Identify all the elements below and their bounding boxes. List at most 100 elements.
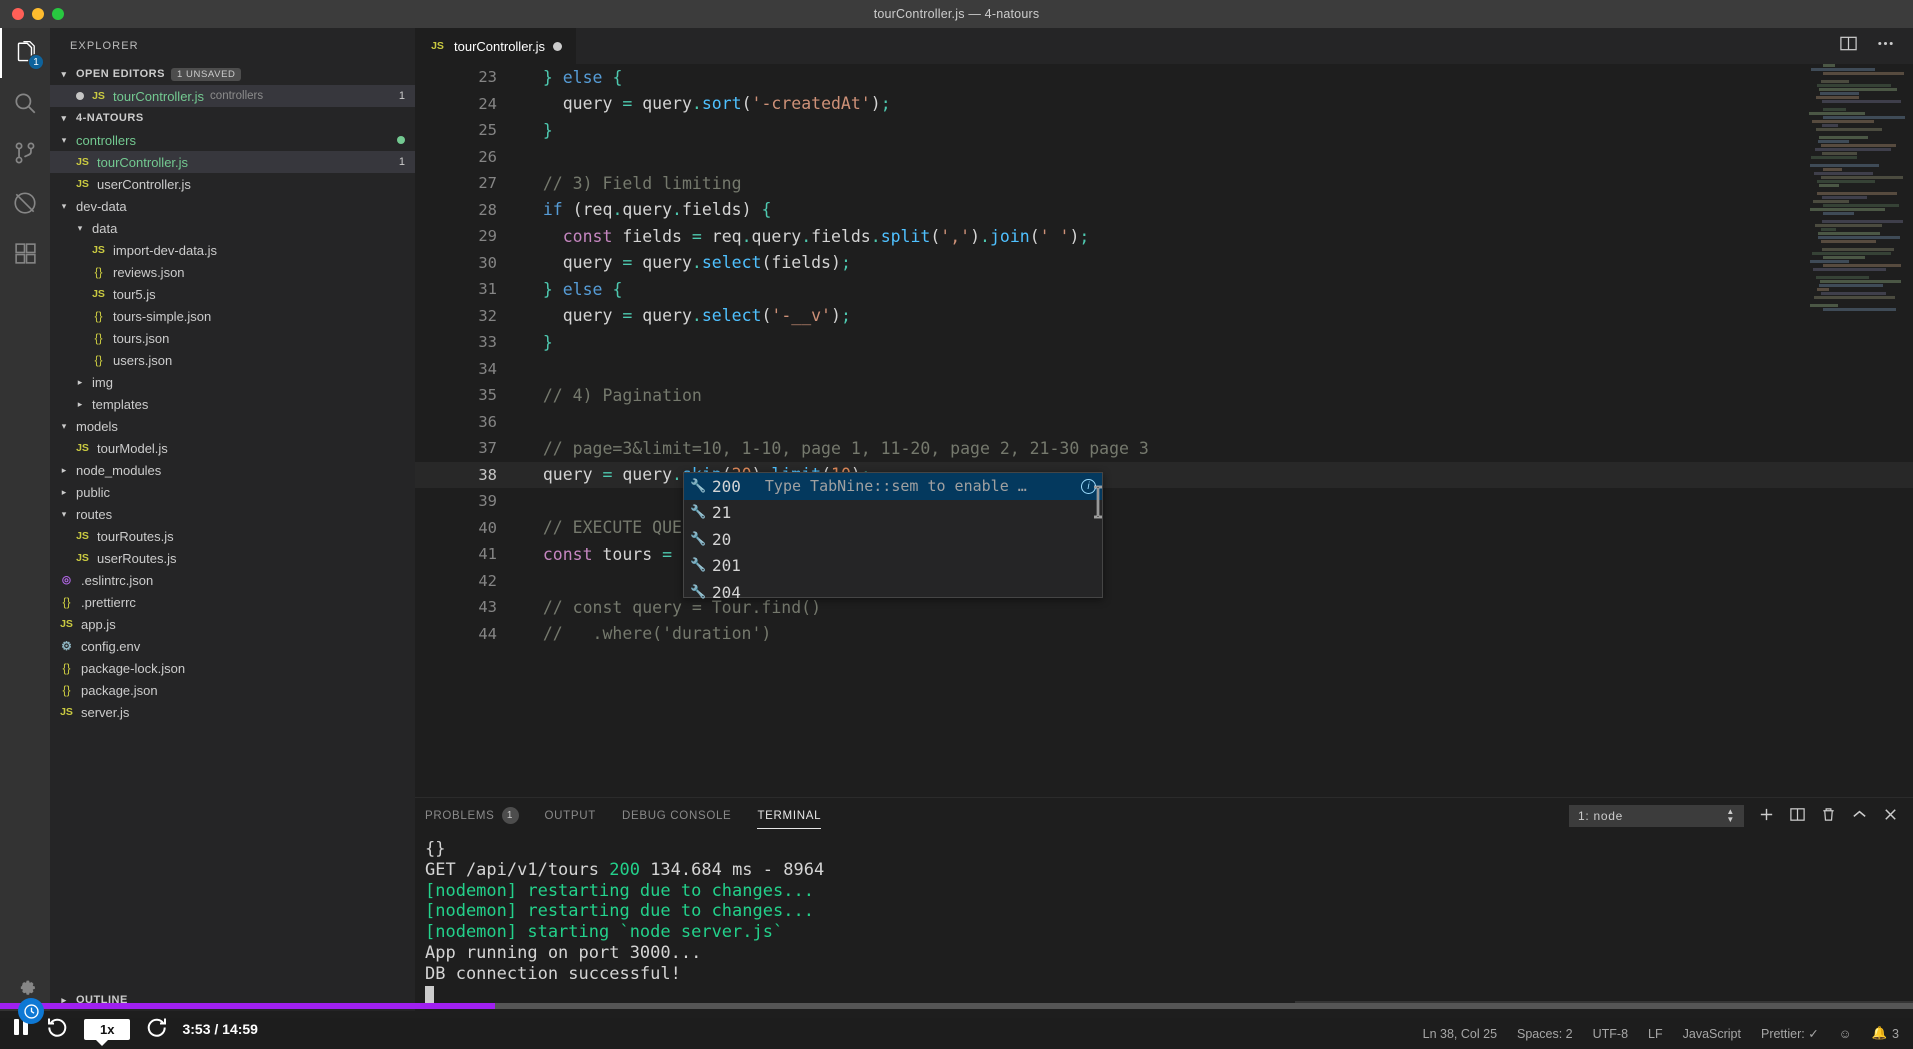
tree-item-userroutes-js[interactable]: JSuserRoutes.js	[50, 547, 415, 569]
tree-item-tourmodel-js[interactable]: JStourModel.js	[50, 437, 415, 459]
tab-tourController-js[interactable]: JS tourController.js	[415, 28, 577, 64]
tree-item-data[interactable]: ▾data	[50, 217, 415, 239]
open-editor-item[interactable]: JS tourController.js controllers 1	[50, 85, 415, 107]
tree-item-package-lock-json[interactable]: {}package-lock.json	[50, 657, 415, 679]
tree-item-routes[interactable]: ▾routes	[50, 503, 415, 525]
js-icon: JS	[74, 442, 91, 454]
panel-tab-problems[interactable]: PROBLEMS1	[425, 798, 519, 833]
code-line-26[interactable]: 26	[415, 144, 1913, 171]
code-line-38[interactable]: 38 query = query.skip(20).limit(10);	[415, 462, 1913, 489]
tree-item-controllers[interactable]: ▾controllers	[50, 129, 415, 151]
tab-dirty-indicator[interactable]	[553, 42, 562, 51]
tree-item-server-js[interactable]: JSserver.js	[50, 701, 415, 723]
js-icon: JS	[90, 244, 107, 256]
code-line-40[interactable]: 40 // EXECUTE QUERY	[415, 515, 1913, 542]
suggest-item-21[interactable]: 🔧21	[684, 500, 1102, 527]
tree-item-usercontroller-js[interactable]: JSuserController.js	[50, 173, 415, 195]
panel-tab-terminal[interactable]: TERMINAL	[757, 798, 821, 833]
code-line-35[interactable]: 35 // 4) Pagination	[415, 382, 1913, 409]
minimap-line	[1822, 124, 1838, 127]
split-icon[interactable]	[1789, 806, 1806, 826]
section-open-editors[interactable]: ▾ OPEN EDITORS 1 UNSAVED	[50, 63, 415, 85]
suggest-item-201[interactable]: 🔧201	[684, 553, 1102, 580]
rewind-icon[interactable]	[46, 1015, 70, 1044]
code-line-41[interactable]: 41 const tours = await query	[415, 541, 1913, 568]
status-eol[interactable]: LF	[1648, 1027, 1663, 1041]
code-line-42[interactable]: 42	[415, 568, 1913, 595]
status-indentation[interactable]: Spaces: 2	[1517, 1027, 1573, 1041]
activity-search[interactable]	[0, 78, 50, 128]
tree-item--eslintrc-json[interactable]: ◎.eslintrc.json	[50, 569, 415, 591]
code-line-37[interactable]: 37 // page=3&limit=10, 1-10, page 1, 11-…	[415, 435, 1913, 462]
activity-explorer[interactable]: 1	[0, 28, 50, 78]
wrench-icon: 🔧	[690, 532, 706, 547]
code-line-33[interactable]: 33 }	[415, 329, 1913, 356]
minimap-line	[1823, 160, 1903, 163]
code-line-39[interactable]: 39	[415, 488, 1913, 515]
code-line-28[interactable]: 28 if (req.query.fields) {	[415, 197, 1913, 224]
forward-icon[interactable]	[144, 1015, 168, 1044]
tree-item-tours-json[interactable]: {}tours.json	[50, 327, 415, 349]
code-line-24[interactable]: 24 query = query.sort('-createdAt');	[415, 91, 1913, 118]
tree-item-reviews-json[interactable]: {}reviews.json	[50, 261, 415, 283]
code-line-25[interactable]: 25 }	[415, 117, 1913, 144]
minimap[interactable]	[1809, 64, 1899, 364]
code-line-32[interactable]: 32 query = query.select('-__v');	[415, 303, 1913, 330]
line-number: 31	[415, 280, 523, 298]
code-line-27[interactable]: 27 // 3) Field limiting	[415, 170, 1913, 197]
status-encoding[interactable]: UTF-8	[1593, 1027, 1628, 1041]
suggest-widget[interactable]: 🔧200Type TabNine::sem to enable …i🔧21🔧20…	[683, 472, 1103, 598]
code-editor[interactable]: 23 } else {24 query = query.sort('-creat…	[415, 64, 1913, 797]
trash-icon[interactable]	[1820, 806, 1837, 826]
code-line-36[interactable]: 36	[415, 409, 1913, 436]
section-project[interactable]: ▾ 4-NATOURS	[50, 107, 415, 129]
tree-item-tourroutes-js[interactable]: JStourRoutes.js	[50, 525, 415, 547]
tree-item-dev-data[interactable]: ▾dev-data	[50, 195, 415, 217]
chevron-up-icon[interactable]	[1851, 806, 1868, 826]
ellipsis-icon[interactable]	[1876, 34, 1895, 58]
panel-tab-debug-console[interactable]: DEBUG CONSOLE	[622, 798, 731, 833]
code-line-43[interactable]: 43 // const query = Tour.find()	[415, 594, 1913, 621]
suggest-item-20[interactable]: 🔧20	[684, 526, 1102, 553]
code-line-30[interactable]: 30 query = query.select(fields);	[415, 250, 1913, 277]
close-icon[interactable]	[1882, 806, 1899, 826]
activity-extensions[interactable]	[0, 228, 50, 278]
activity-source-control[interactable]	[0, 128, 50, 178]
code-line-23[interactable]: 23 } else {	[415, 64, 1913, 91]
tree-item-tourcontroller-js[interactable]: JStourController.js1	[50, 151, 415, 173]
tree-item-package-json[interactable]: {}package.json	[50, 679, 415, 701]
tab-label: tourController.js	[454, 39, 545, 54]
status-language-mode[interactable]: JavaScript	[1683, 1027, 1741, 1041]
code-line-44[interactable]: 44 // .where('duration')	[415, 621, 1913, 648]
tree-item-public[interactable]: ▸public	[50, 481, 415, 503]
split-editor-icon[interactable]	[1839, 34, 1858, 58]
tree-item-img[interactable]: ▸img	[50, 371, 415, 393]
terminal-output[interactable]: {}GET /api/v1/tours 200 134.684 ms - 896…	[415, 833, 1913, 1011]
status-prettier[interactable]: Prettier: ✓	[1761, 1026, 1819, 1041]
code-line-34[interactable]: 34	[415, 356, 1913, 383]
status-smiley[interactable]: ☺	[1839, 1027, 1852, 1041]
activity-debug[interactable]	[0, 178, 50, 228]
tree-item-import-dev-data-js[interactable]: JSimport-dev-data.js	[50, 239, 415, 261]
tree-item-app-js[interactable]: JSapp.js	[50, 613, 415, 635]
suggest-item-204[interactable]: 🔧204	[684, 579, 1102, 606]
panel-tab-output[interactable]: OUTPUT	[545, 798, 596, 833]
tree-item-models[interactable]: ▾models	[50, 415, 415, 437]
tree-item-config-env[interactable]: ⚙config.env	[50, 635, 415, 657]
open-editor-badge: 1	[399, 90, 405, 102]
suggest-item-200[interactable]: 🔧200Type TabNine::sem to enable …i	[684, 473, 1102, 500]
playback-speed-button[interactable]: 1x	[84, 1019, 130, 1040]
tree-item-tours-simple-json[interactable]: {}tours-simple.json	[50, 305, 415, 327]
status-cursor-position[interactable]: Ln 38, Col 25	[1423, 1027, 1497, 1041]
tree-item-tour5-js[interactable]: JStour5.js	[50, 283, 415, 305]
tree-item-node-modules[interactable]: ▸node_modules	[50, 459, 415, 481]
minimap-line	[1814, 76, 1866, 79]
code-line-31[interactable]: 31 } else {	[415, 276, 1913, 303]
code-line-29[interactable]: 29 const fields = req.query.fields.split…	[415, 223, 1913, 250]
tree-item--prettierrc[interactable]: {}.prettierrc	[50, 591, 415, 613]
plus-icon[interactable]	[1758, 806, 1775, 826]
status-notifications[interactable]: 🔔3	[1871, 1026, 1899, 1041]
terminal-selector[interactable]: 1: node ▲▼	[1569, 805, 1744, 827]
tree-item-templates[interactable]: ▸templates	[50, 393, 415, 415]
tree-item-users-json[interactable]: {}users.json	[50, 349, 415, 371]
